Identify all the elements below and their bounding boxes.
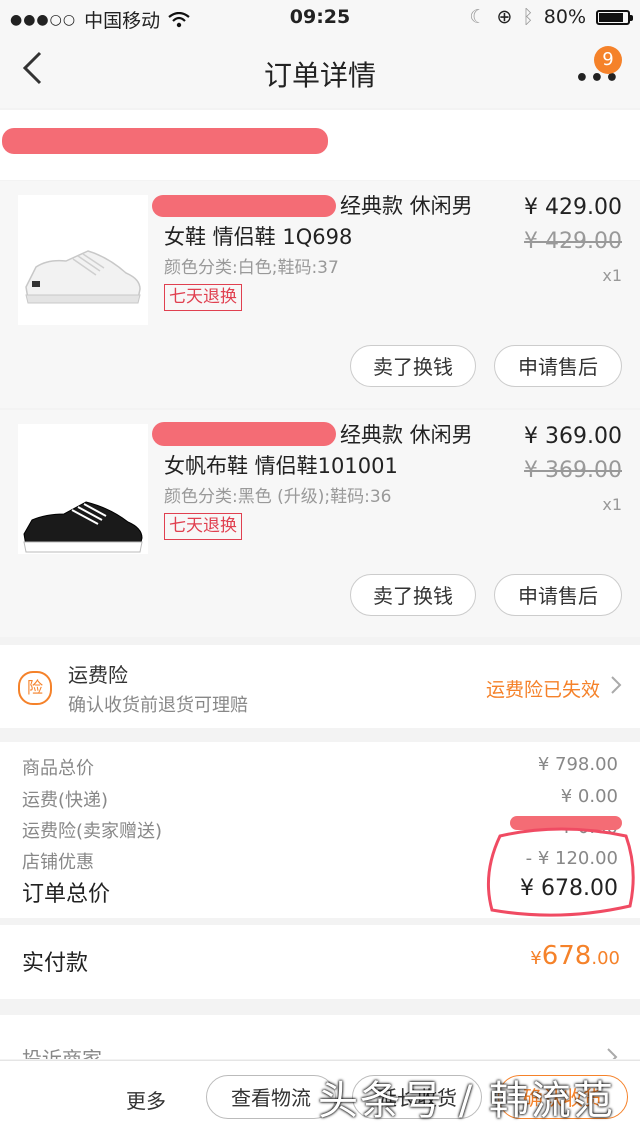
summary-label: 店铺优惠	[22, 852, 94, 873]
view-logistics-button[interactable]: 查看物流	[206, 1075, 336, 1119]
redaction-mark	[2, 128, 328, 154]
product-title: 经典款 休闲男 女帆布鞋 情侣鞋101001	[164, 420, 494, 482]
black-sneaker-image	[23, 501, 143, 553]
product-quantity: x1	[602, 495, 622, 514]
summary-label: 运费险(卖家赠送)	[22, 821, 163, 842]
complain-row[interactable]: 投诉商家	[0, 1015, 640, 1059]
orientation-lock-icon: ⊕	[496, 6, 513, 28]
notification-badge: 9	[594, 46, 622, 74]
sell-for-cash-button[interactable]: 卖了换钱	[350, 345, 476, 387]
insurance-icon: 险	[18, 671, 52, 705]
return-policy-tag: 七天退换	[164, 513, 242, 540]
battery-icon	[596, 9, 633, 25]
original-price: ¥ 369.00	[524, 458, 622, 483]
moon-icon: ☾	[469, 6, 487, 28]
highlight-circle-annotation	[486, 827, 635, 917]
product-image	[18, 424, 148, 554]
summary-value: ¥ 798.00	[537, 754, 618, 775]
product-price: ¥ 369.00	[524, 424, 622, 449]
nav-bar: 订单详情 ••• 9	[0, 36, 640, 108]
insurance-title: 运费险	[68, 663, 128, 687]
currency-symbol: ¥	[530, 948, 542, 969]
summary-label: 运费(快递)	[22, 790, 109, 811]
product-quantity: x1	[602, 266, 622, 285]
insurance-status: 运费险已失效	[485, 679, 600, 701]
insurance-subtitle: 确认收货前退货可理赔	[68, 695, 248, 716]
paid-amount-row: 实付款 ¥678.00	[0, 925, 640, 999]
product-sku: 颜色分类:黑色 (升级);鞋码:36	[164, 487, 392, 507]
after-sale-button[interactable]: 申请售后	[494, 345, 622, 387]
product-title-line: 女鞋 情侣鞋 1Q698	[164, 225, 353, 249]
shop-header[interactable]	[0, 110, 640, 180]
paid-label: 实付款	[22, 951, 89, 976]
product-image	[18, 195, 148, 325]
summary-label: 商品总价	[22, 758, 94, 779]
more-actions-link[interactable]: 更多	[126, 1085, 166, 1114]
watermark: 头条号 / 韩流范	[318, 1078, 615, 1124]
original-price: ¥ 429.00	[524, 229, 622, 254]
product-sku: 颜色分类:白色;鞋码:37	[164, 258, 339, 278]
summary-value: ¥ 0.00	[560, 786, 618, 807]
product-title-line: 经典款 休闲男	[340, 194, 473, 218]
order-item[interactable]: 经典款 休闲男 女帆布鞋 情侣鞋101001 颜色分类:黑色 (升级);鞋码:3…	[0, 410, 640, 637]
product-price: ¥ 429.00	[524, 195, 622, 220]
battery-percent: 80%	[543, 6, 586, 28]
status-bar: ●●●○○ 中国移动 09:25 ☾ ⊕ ᛒ 80%	[0, 0, 640, 36]
more-button[interactable]: ••• 9	[575, 46, 622, 96]
return-policy-tag: 七天退换	[164, 284, 242, 311]
shipping-insurance-row[interactable]: 险 运费险 确认收货前退货可理赔 运费险已失效	[0, 645, 640, 728]
paid-value: ¥678.00	[530, 941, 620, 971]
complain-label: 投诉商家	[22, 1047, 102, 1059]
product-title: 经典款 休闲男 女鞋 情侣鞋 1Q698	[164, 191, 494, 253]
bluetooth-icon: ᛒ	[522, 6, 534, 28]
price-summary: 商品总价 ¥ 798.00 运费(快递) ¥ 0.00 运费险(卖家赠送) ¥ …	[0, 742, 640, 918]
product-title-line: 经典款 休闲男	[340, 423, 473, 447]
product-title-line: 女帆布鞋 情侣鞋101001	[164, 454, 398, 478]
white-sneaker-image	[25, 250, 141, 304]
chevron-right-icon	[611, 676, 622, 694]
chevron-right-icon	[607, 1048, 618, 1059]
total-label: 订单总价	[22, 882, 111, 907]
page-title: 订单详情	[263, 59, 376, 92]
sell-for-cash-button[interactable]: 卖了换钱	[350, 574, 476, 616]
paid-cents: .00	[591, 948, 620, 969]
after-sale-button[interactable]: 申请售后	[494, 574, 622, 616]
order-item[interactable]: 经典款 休闲男 女鞋 情侣鞋 1Q698 颜色分类:白色;鞋码:37 七天退换 …	[0, 181, 640, 408]
paid-amount: 678	[541, 941, 592, 971]
